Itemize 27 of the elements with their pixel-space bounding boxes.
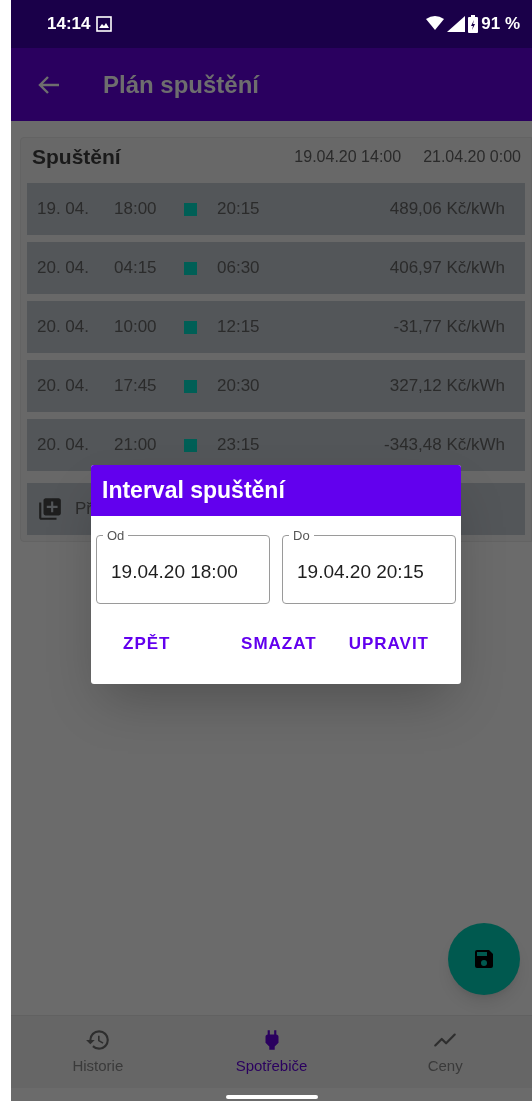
interval-marker-icon	[184, 379, 197, 393]
battery-icon	[468, 15, 479, 33]
interval-marker-icon	[184, 438, 197, 452]
dialog-action-button[interactable]: SMAZAT	[229, 623, 329, 665]
field-value: 19.04.20 18:00	[111, 560, 238, 584]
screen-title: Plán spuštění	[103, 69, 260, 100]
image-icon	[96, 16, 113, 32]
card-title: Spuštění	[32, 144, 121, 171]
signal-icon	[447, 16, 466, 32]
interval-marker-icon	[184, 320, 197, 334]
status-time: 14:14	[47, 13, 91, 36]
add-icon	[37, 496, 63, 522]
nav-tab[interactable]: Spotřebiče	[184, 1016, 359, 1088]
field-value: 19.04.20 20:15	[297, 560, 424, 584]
field-label: Od	[106, 527, 126, 545]
dialog-action-button[interactable]: ZPĚT	[111, 623, 183, 665]
interval-marker-icon	[184, 261, 197, 275]
dialog-title: Interval spuštění	[102, 476, 285, 506]
range-end: 21.04.20 0:00	[423, 147, 521, 167]
field-label: Do	[292, 527, 311, 545]
battery-level: 91 %	[481, 13, 520, 36]
save-icon	[472, 947, 496, 971]
back-arrow-icon	[38, 74, 60, 95]
dialog-action-button[interactable]: UPRAVIT	[336, 623, 441, 665]
wifi-icon	[426, 16, 445, 32]
interval-marker-icon	[184, 202, 197, 216]
range-start: 19.04.20 14:00	[294, 147, 402, 167]
